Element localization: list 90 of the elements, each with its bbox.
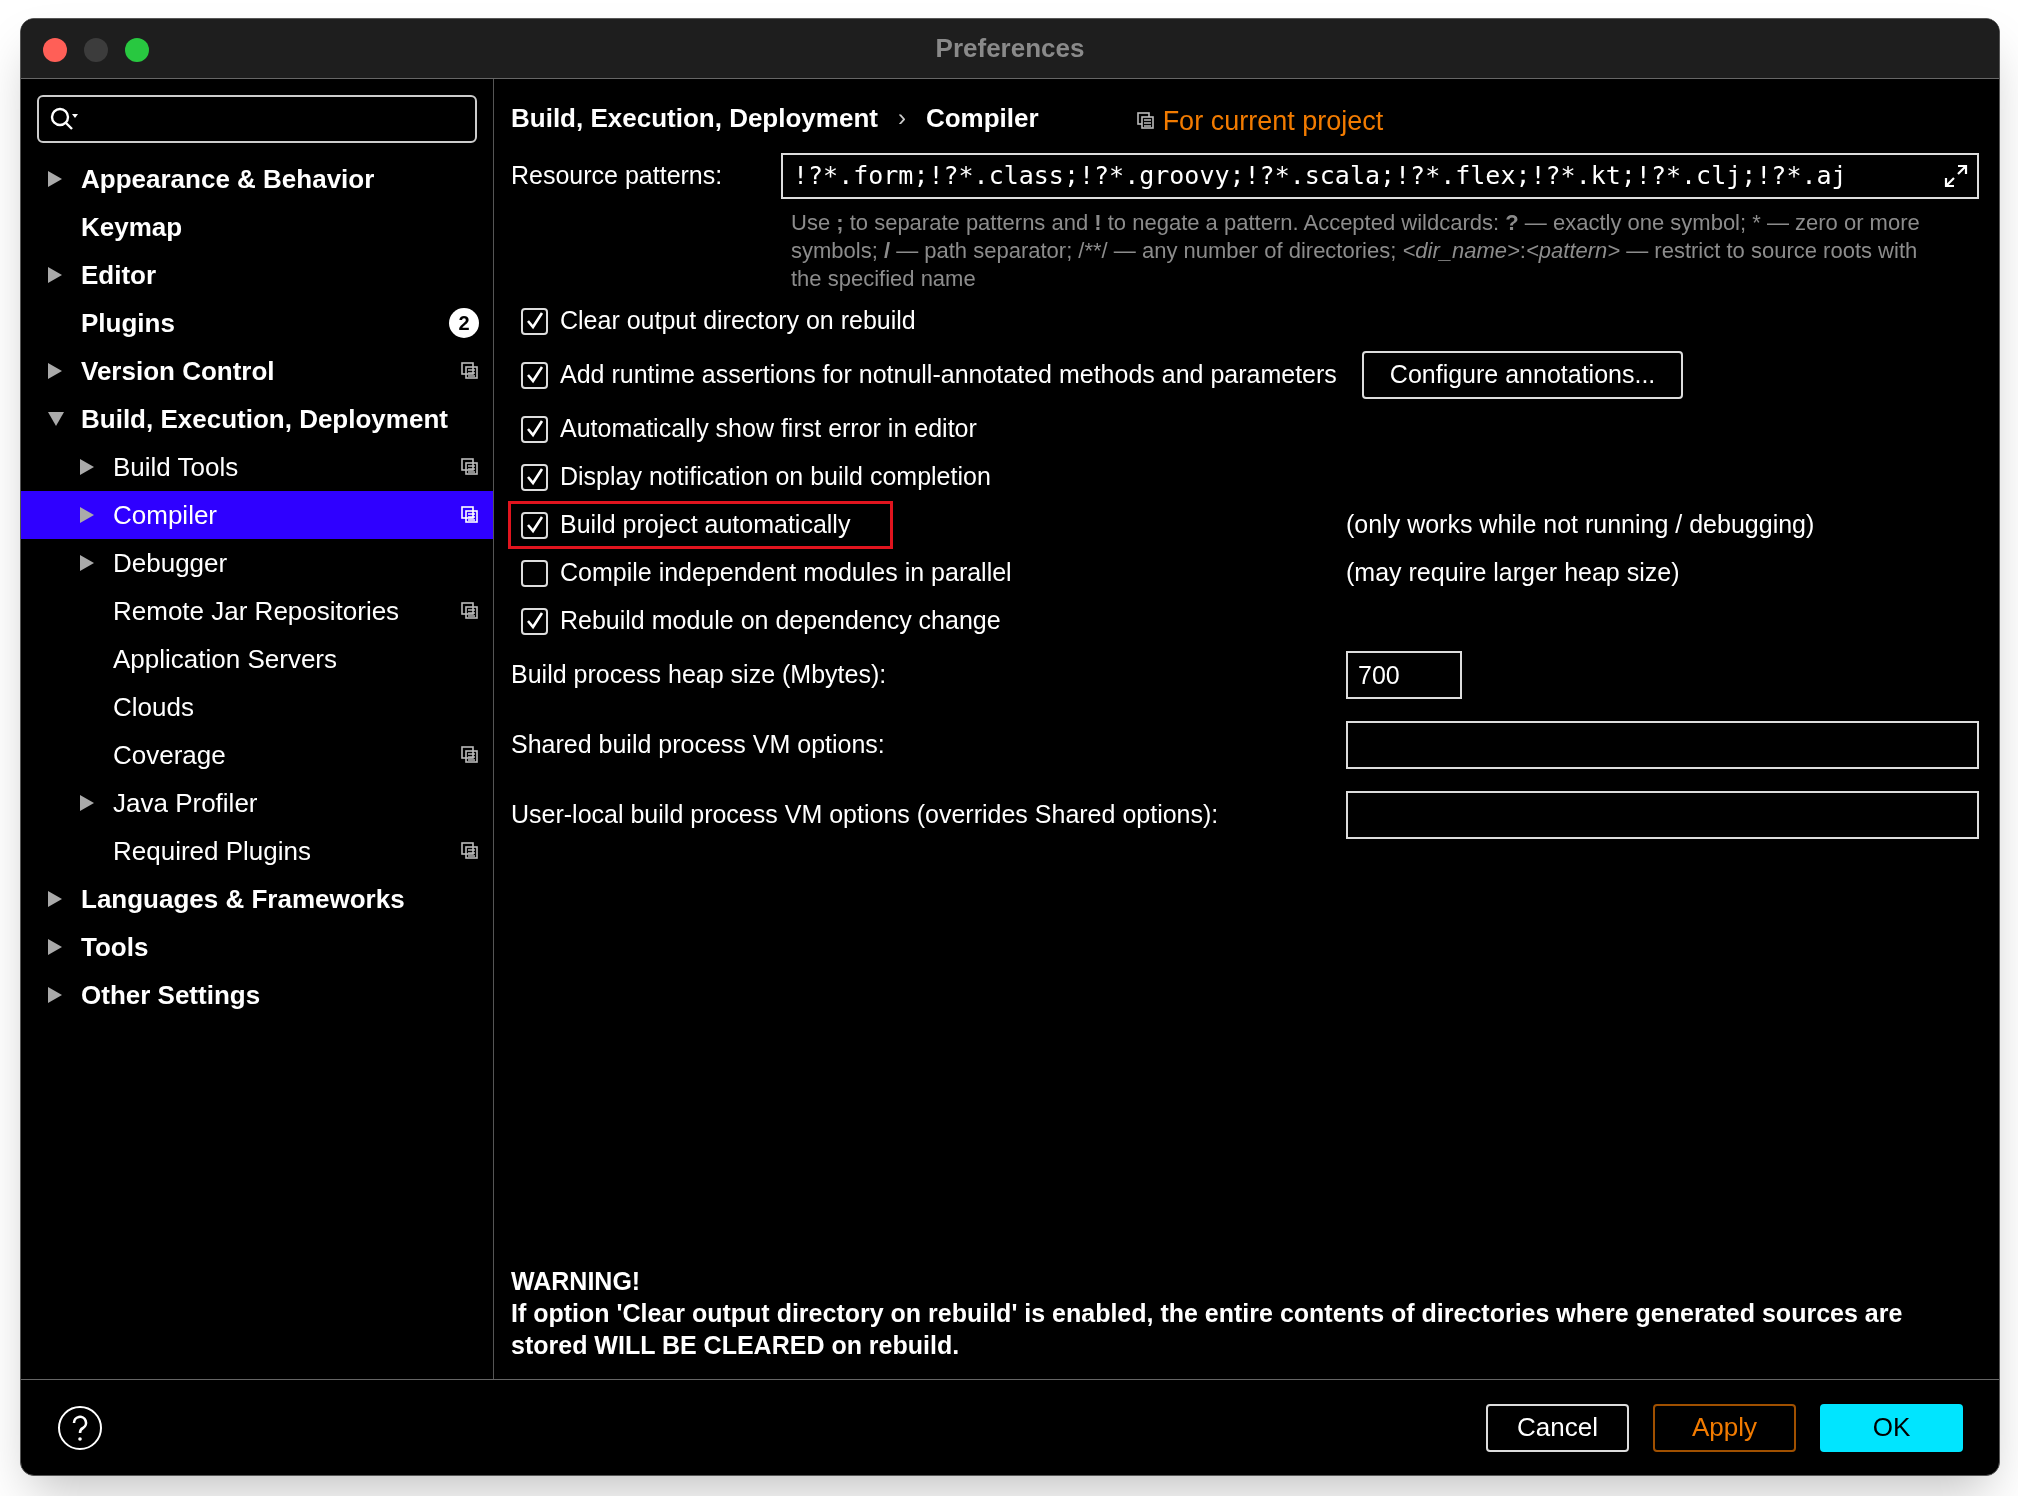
checkbox[interactable] [521, 415, 548, 443]
copy-icon [1136, 112, 1155, 130]
tree-item-label: Version Control [81, 354, 276, 388]
collapsed-arrow-icon[interactable] [79, 458, 95, 476]
search-icon [49, 106, 79, 132]
tree-item[interactable]: Editor [21, 251, 493, 299]
dialog-button[interactable]: OK [1820, 1403, 1963, 1452]
checkbox[interactable] [521, 559, 548, 587]
tree-item-label: Editor [81, 258, 158, 292]
window-title: Preferences [935, 32, 1085, 65]
tree-item-label: Other Settings [81, 978, 262, 1012]
input-field[interactable]: 700 [1346, 651, 1462, 699]
input-field[interactable] [1346, 721, 1979, 769]
tree-item[interactable]: Coverage [21, 731, 493, 779]
collapsed-arrow-icon[interactable] [79, 554, 95, 572]
tree-item-label: Remote Jar Repositories [113, 594, 401, 628]
resource-patterns-field[interactable]: !?*.form;!?*.class;!?*.groovy;!?*.scala;!?*.flex;!?*.kt;!?*.clj;!?*.aj [781, 153, 1979, 199]
tree-item-label: Plugins [81, 306, 176, 340]
checkbox-label: Clear output directory on rebuild [560, 305, 916, 337]
warning-title: WARNING! [511, 1266, 642, 1297]
resource-patterns-label: Resource patterns: [511, 160, 724, 192]
configure-annotations-button[interactable]: Configure annotations... [1361, 351, 1684, 399]
checkbox[interactable] [521, 361, 548, 389]
expanded-arrow-icon[interactable] [47, 411, 65, 427]
tree-item-label: Appearance & Behavior [81, 162, 376, 196]
tree-item-label: Clouds [113, 690, 195, 724]
checkbox-label: Automatically show first error in editor [560, 413, 977, 445]
breadcrumb-item[interactable]: Build, Execution, Deployment [511, 98, 878, 138]
close-button[interactable] [43, 38, 67, 62]
breadcrumb-item: Compiler [925, 101, 1039, 135]
checkbox[interactable] [521, 511, 548, 539]
breadcrumb-separator: › [897, 103, 906, 133]
tree-item[interactable]: Debugger [21, 539, 493, 587]
scope-label: For current project [1162, 104, 1384, 138]
tree-item-label: Application Servers [113, 642, 338, 676]
tree-item-label: Debugger [113, 546, 229, 580]
zoom-button[interactable] [125, 38, 149, 62]
tree-item-label: Build Tools [113, 450, 240, 484]
tree-item[interactable]: Languages & Frameworks [21, 875, 493, 923]
dialog-button[interactable]: Cancel [1486, 1403, 1629, 1452]
tree-item-label: Coverage [113, 738, 227, 772]
checkbox-label: Rebuild module on dependency change [560, 605, 1001, 637]
tree-item[interactable]: Java Profiler [21, 779, 493, 827]
checkbox[interactable] [521, 607, 548, 635]
tree-item[interactable]: Application Servers [21, 635, 493, 683]
tree-item-label: Java Profiler [113, 786, 259, 820]
dialog-button[interactable]: Apply [1653, 1403, 1796, 1452]
tree-item-label: Build, Execution, Deployment [81, 402, 449, 436]
warning-text: If option 'Clear output directory on rebuild' is enabled, the entire contents of directories where generated sources are stored WILL BE CLEARED on rebuild. [511, 1298, 1904, 1361]
collapsed-arrow-icon[interactable] [47, 170, 63, 188]
checkbox-label: Compile independent modules in parallel [560, 557, 1012, 589]
tree-item[interactable]: Other Settings [21, 971, 493, 1019]
collapsed-arrow-icon[interactable] [47, 266, 63, 284]
tree-item[interactable]: Remote Jar Repositories [21, 587, 493, 635]
tree-item-label: Required Plugins [113, 834, 312, 868]
collapsed-arrow-icon[interactable] [79, 794, 95, 812]
tree-item[interactable]: Build, Execution, Deployment [21, 395, 493, 443]
tree-item[interactable]: Version Control [21, 347, 493, 395]
tree-item-label: Tools [81, 930, 150, 964]
tree-item[interactable]: Compiler [21, 491, 493, 539]
checkbox-label: Build project automatically [560, 509, 851, 541]
checkbox-label: Display notification on build completion [560, 461, 991, 493]
field-label: User-local build process VM options (overrides Shared options): [511, 799, 1220, 831]
tree-item[interactable]: Required Plugins [21, 827, 493, 875]
count-badge: 2 [449, 308, 479, 338]
tree-item[interactable]: Keymap [21, 203, 493, 251]
tree-item[interactable]: Build Tools [21, 443, 493, 491]
option-note: (may require larger heap size) [1346, 557, 1680, 589]
tree-item[interactable]: Clouds [21, 683, 493, 731]
tree-item-label: Compiler [113, 498, 219, 532]
field-label: Build process heap size (Mbytes): [511, 659, 888, 691]
tree-item[interactable]: Appearance & Behavior [21, 155, 493, 203]
checkbox[interactable] [521, 463, 548, 491]
hint-text: Use ; to separate patterns and ! to negate a pattern. Accepted wildcards: ? — exactly one symbol; * — zero or more symbols; / — path separator; /**/ — any number of directories; <dir_name>:<pattern> — restrict to source roots with the specified name [791, 209, 1921, 293]
expand-icon[interactable] [1943, 163, 1969, 189]
help-icon[interactable] [57, 1404, 103, 1451]
input-field[interactable] [1346, 791, 1979, 839]
tree-item[interactable]: Tools [21, 923, 493, 971]
collapsed-arrow-icon[interactable] [47, 362, 63, 380]
checkbox[interactable] [521, 307, 548, 335]
tree-item-label: Keymap [81, 210, 184, 244]
collapsed-arrow-icon[interactable] [47, 938, 63, 956]
field-label: Shared build process VM options: [511, 729, 886, 761]
search-field[interactable] [37, 95, 477, 143]
tree-item[interactable]: Plugins 2 [21, 299, 493, 347]
collapsed-arrow-icon[interactable] [47, 890, 63, 908]
tree-item-label: Languages & Frameworks [81, 882, 406, 916]
collapsed-arrow-icon[interactable] [47, 986, 63, 1004]
checkbox-label: Add runtime assertions for notnull-annotated methods and parameters [560, 359, 1337, 391]
option-note: (only works while not running / debugging) [1346, 509, 1815, 541]
